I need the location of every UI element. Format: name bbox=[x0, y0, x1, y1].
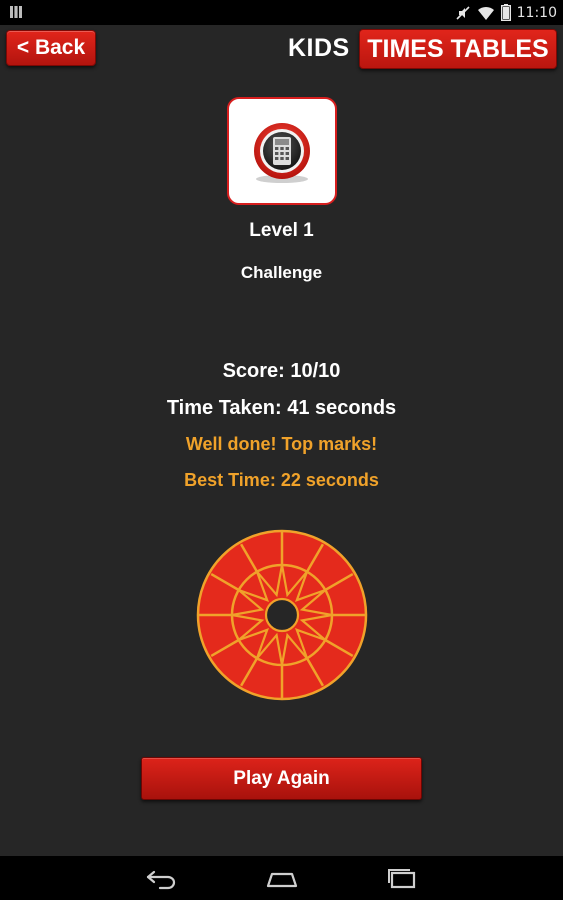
notification-icon bbox=[10, 6, 22, 18]
status-bar: 11:10 bbox=[0, 0, 563, 25]
no-sound-icon bbox=[456, 5, 470, 20]
calculator-icon bbox=[254, 123, 310, 183]
back-nav-icon[interactable] bbox=[144, 866, 180, 890]
status-icons: 11:10 bbox=[455, 3, 557, 22]
app-icon bbox=[227, 97, 337, 205]
score-text: Score: 10/10 bbox=[222, 360, 341, 382]
navigation-bar bbox=[0, 856, 563, 900]
battery-icon bbox=[500, 4, 511, 21]
app-title-kids: KIDS bbox=[288, 34, 350, 62]
back-button[interactable]: < Back bbox=[6, 30, 96, 66]
app-title-times-tables: TIMES TABLES bbox=[359, 29, 557, 69]
best-time-text: Best Time: 22 seconds bbox=[184, 470, 379, 490]
level-title: Level 1 bbox=[249, 220, 314, 241]
wifi-icon bbox=[477, 6, 494, 20]
home-nav-icon[interactable] bbox=[264, 866, 300, 890]
level-mode: Challenge bbox=[240, 263, 323, 282]
star-badge-icon bbox=[196, 529, 368, 701]
time-taken-text: Time Taken: 41 seconds bbox=[166, 397, 397, 419]
recent-apps-icon[interactable] bbox=[384, 866, 420, 890]
result-message: Well done! Top marks! bbox=[185, 434, 378, 454]
play-again-button[interactable]: Play Again bbox=[141, 757, 422, 800]
status-time: 11:10 bbox=[516, 4, 557, 21]
